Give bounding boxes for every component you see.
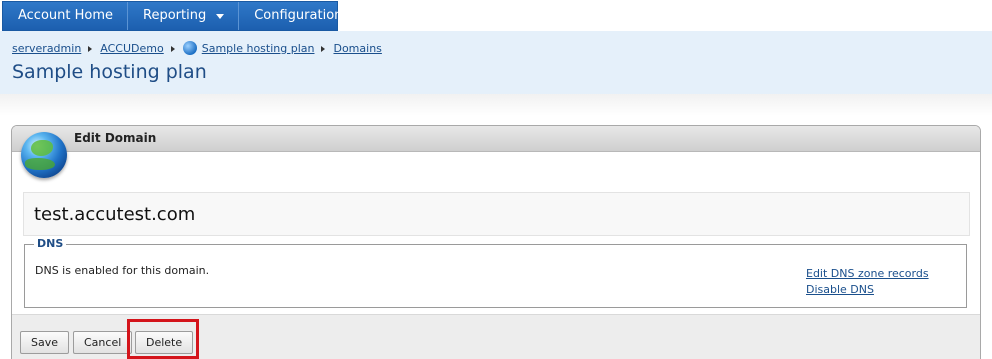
nav-configuration-label: Configuration	[254, 8, 343, 23]
domain-name: test.accutest.com	[34, 204, 196, 225]
panel-header: Edit Domain	[12, 126, 980, 152]
disable-dns-link[interactable]: Disable DNS	[806, 282, 929, 298]
nav-configuration[interactable]: Configuration	[239, 2, 374, 30]
page-title: Sample hosting plan	[12, 61, 207, 83]
edit-domain-panel: Edit Domain test.accutest.com DNS DNS is…	[11, 125, 981, 359]
domain-name-box: test.accutest.com	[23, 192, 970, 236]
breadcrumb-arrow-icon	[170, 46, 175, 52]
breadcrumb-arrow-icon	[321, 46, 326, 52]
breadcrumb-hosting-plan[interactable]: Sample hosting plan	[202, 42, 315, 55]
dns-status-text: DNS is enabled for this domain.	[35, 264, 210, 277]
nav-bar: Account Home Reporting Configuration	[2, 1, 361, 31]
dns-legend: DNS	[34, 237, 67, 250]
divider-band	[0, 94, 992, 116]
breadcrumb-serveradmin[interactable]: serveradmin	[12, 42, 81, 55]
top-navigation: Account Home Reporting Configuration	[0, 0, 992, 31]
globe-icon	[182, 41, 197, 55]
button-bar: Save Cancel Delete	[12, 314, 980, 359]
breadcrumb-arrow-icon	[88, 46, 93, 52]
dns-links: Edit DNS zone records Disable DNS	[806, 266, 929, 298]
breadcrumb-domains[interactable]: Domains	[333, 42, 381, 55]
nav-reporting-label: Reporting	[143, 8, 207, 23]
panel-title: Edit Domain	[74, 131, 157, 145]
dns-fieldset: DNS DNS is enabled for this domain. Edit…	[24, 237, 967, 308]
edit-dns-zone-records-link[interactable]: Edit DNS zone records	[806, 266, 929, 282]
globe-icon	[21, 132, 67, 178]
save-button[interactable]: Save	[20, 331, 70, 354]
chevron-down-icon	[216, 13, 225, 19]
nav-account-home[interactable]: Account Home	[3, 2, 129, 30]
chevron-down-icon	[352, 13, 361, 19]
nav-reporting[interactable]: Reporting	[128, 2, 240, 30]
nav-account-home-label: Account Home	[18, 8, 114, 23]
delete-button[interactable]: Delete	[135, 331, 194, 354]
breadcrumb: serveradmin ACCUDemo Sample hosting plan…	[12, 41, 382, 55]
cancel-button[interactable]: Cancel	[73, 331, 133, 354]
breadcrumb-accudemo[interactable]: ACCUDemo	[100, 42, 163, 55]
